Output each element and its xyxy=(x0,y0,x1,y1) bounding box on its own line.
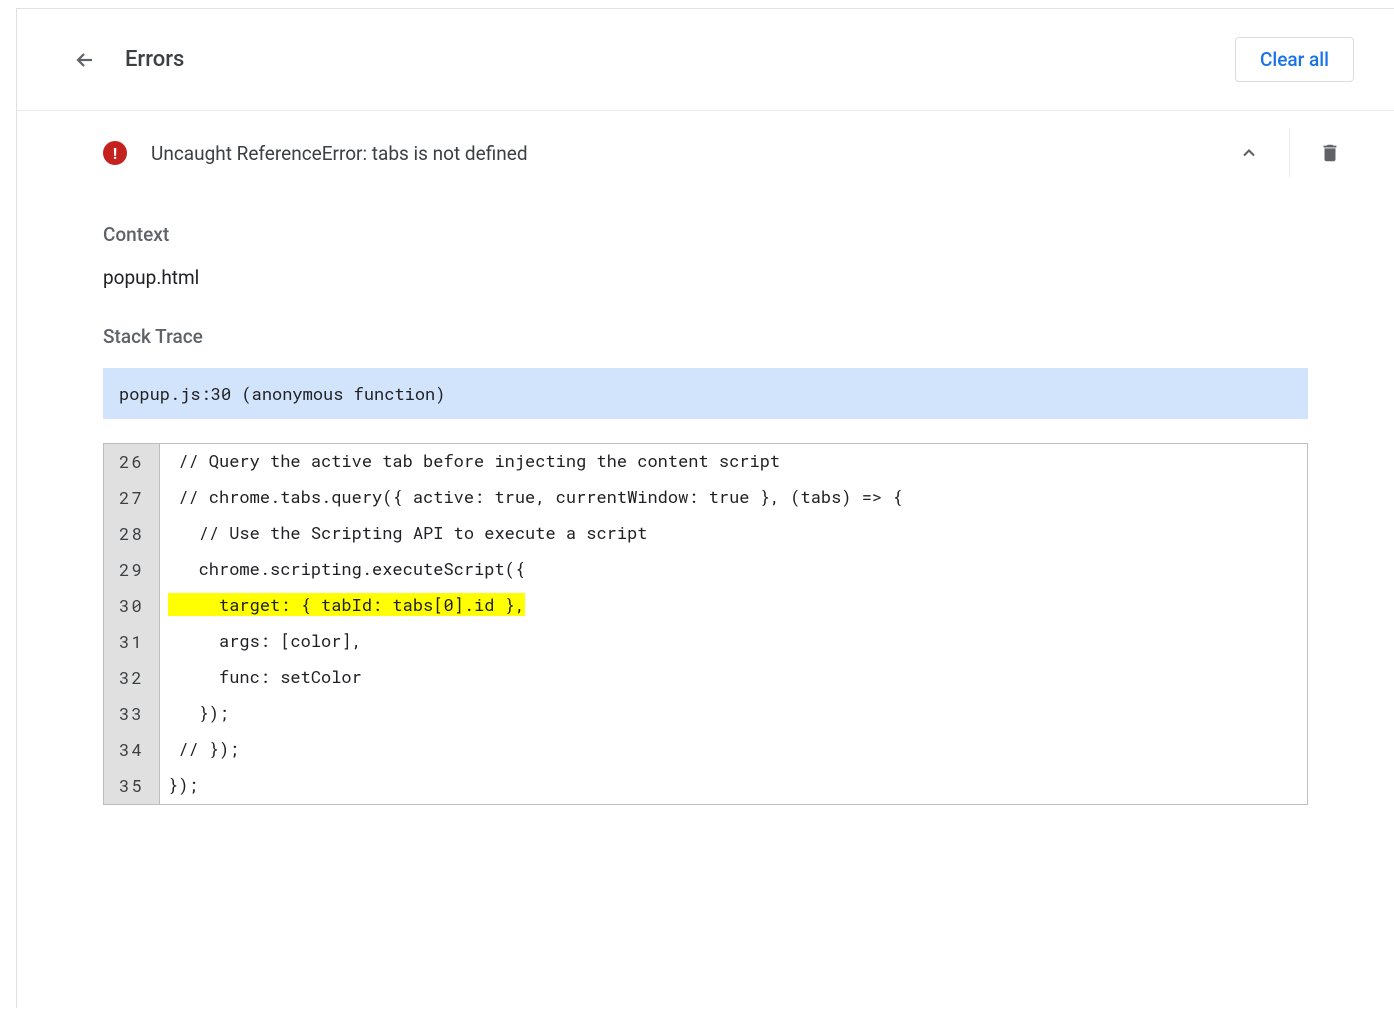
line-number: 26 xyxy=(104,444,160,480)
context-label: Context xyxy=(103,223,1308,246)
header-bar: Errors Clear all xyxy=(17,9,1394,110)
line-number: 27 xyxy=(104,480,160,516)
line-content: // Use the Scripting API to execute a sc… xyxy=(160,516,1307,552)
line-number: 28 xyxy=(104,516,160,552)
error-message: Uncaught ReferenceError: tabs is not def… xyxy=(151,142,1225,165)
error-actions xyxy=(1225,129,1354,177)
code-line: 33 }); xyxy=(104,696,1307,732)
action-divider xyxy=(1289,129,1290,177)
line-number: 32 xyxy=(104,660,160,696)
line-content: }); xyxy=(160,768,1307,804)
line-content: // chrome.tabs.query({ active: true, cur… xyxy=(160,480,1307,516)
code-line: 35}); xyxy=(104,768,1307,804)
clear-all-button[interactable]: Clear all xyxy=(1235,37,1354,82)
line-number: 33 xyxy=(104,696,160,732)
line-content: // }); xyxy=(160,732,1307,768)
context-value: popup.html xyxy=(103,266,1308,289)
line-content: func: setColor xyxy=(160,660,1307,696)
chevron-up-icon xyxy=(1239,143,1259,163)
line-content: target: { tabId: tabs[0].id }, xyxy=(160,588,1307,624)
stack-trace-location[interactable]: popup.js:30 (anonymous function) xyxy=(103,368,1308,419)
trash-icon xyxy=(1319,142,1341,164)
error-icon: ! xyxy=(103,141,127,165)
code-line: 30 target: { tabId: tabs[0].id }, xyxy=(104,588,1307,624)
code-line: 31 args: [color], xyxy=(104,624,1307,660)
collapse-button[interactable] xyxy=(1225,129,1273,177)
code-line: 27 // chrome.tabs.query({ active: true, … xyxy=(104,480,1307,516)
line-number: 31 xyxy=(104,624,160,660)
delete-button[interactable] xyxy=(1306,129,1354,177)
line-number: 34 xyxy=(104,732,160,768)
line-number: 35 xyxy=(104,768,160,804)
error-details: Context popup.html Stack Trace popup.js:… xyxy=(17,195,1394,845)
error-header[interactable]: ! Uncaught ReferenceError: tabs is not d… xyxy=(17,111,1394,195)
error-item: ! Uncaught ReferenceError: tabs is not d… xyxy=(17,111,1394,845)
line-content: // Query the active tab before injecting… xyxy=(160,444,1307,480)
line-content: }); xyxy=(160,696,1307,732)
code-viewer: 26 // Query the active tab before inject… xyxy=(103,443,1308,805)
line-content: args: [color], xyxy=(160,624,1307,660)
code-line: 34 // }); xyxy=(104,732,1307,768)
code-line: 29 chrome.scripting.executeScript({ xyxy=(104,552,1307,588)
line-number: 30 xyxy=(104,588,160,624)
line-content: chrome.scripting.executeScript({ xyxy=(160,552,1307,588)
code-line: 32 func: setColor xyxy=(104,660,1307,696)
arrow-left-icon xyxy=(73,48,97,72)
page-title: Errors xyxy=(125,47,184,72)
back-button[interactable] xyxy=(73,48,97,72)
code-line: 28 // Use the Scripting API to execute a… xyxy=(104,516,1307,552)
code-line: 26 // Query the active tab before inject… xyxy=(104,444,1307,480)
errors-page: Errors Clear all ! Uncaught ReferenceErr… xyxy=(16,8,1394,1008)
line-number: 29 xyxy=(104,552,160,588)
stack-trace-label: Stack Trace xyxy=(103,325,1308,348)
header-left: Errors xyxy=(73,47,184,72)
